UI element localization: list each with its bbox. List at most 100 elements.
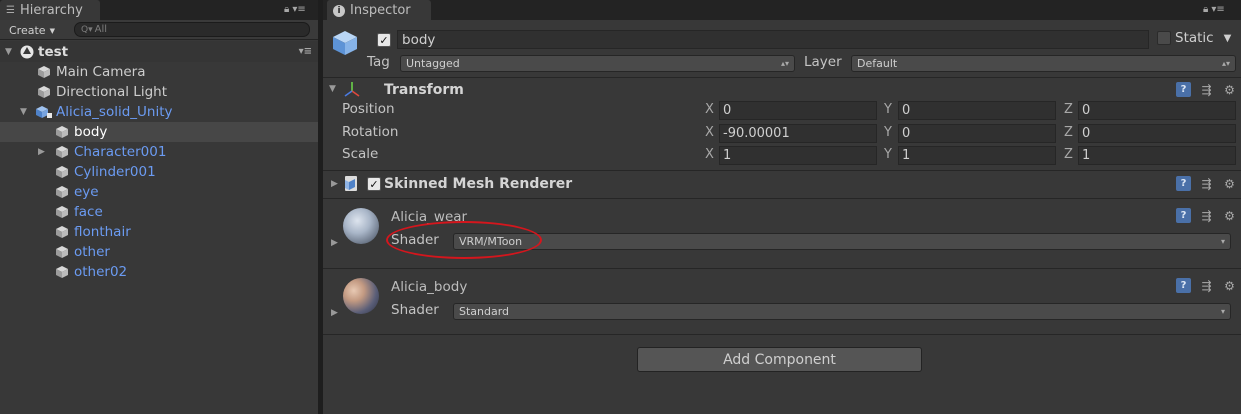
updown-caret-icon: ▴▾: [780, 59, 789, 68]
help-icon[interactable]: ?: [1176, 82, 1191, 97]
separator: [323, 268, 1241, 269]
transform-header[interactable]: ▼ Transform ? ⇶ ⚙: [323, 79, 1241, 101]
fold-arrow-icon[interactable]: ▶: [331, 308, 338, 318]
hierarchy-toolbar: Create ▼ Q▾ All: [0, 20, 318, 40]
skinned-mesh-renderer-header[interactable]: ▶ ✓ Skinned Mesh Renderer ? ⇶ ⚙: [323, 173, 1241, 195]
separator: [323, 198, 1241, 199]
fold-arrow-icon[interactable]: ▼: [329, 84, 336, 94]
lock-icon[interactable]: 🔒︎: [1203, 4, 1208, 15]
list-item[interactable]: flonthair: [0, 222, 318, 242]
list-item-label: Main Camera: [56, 64, 146, 80]
preset-icon[interactable]: ⇶: [1199, 82, 1214, 97]
tag-dropdown[interactable]: Untagged ▴▾: [400, 55, 795, 72]
inspector-panel: i Inspector 🔒︎ ▾≡ ✓ body Static ▼ Tag Un…: [323, 0, 1241, 414]
list-item[interactable]: other: [0, 242, 318, 262]
expand-arrow-icon[interactable]: ▶: [38, 147, 45, 157]
gear-icon[interactable]: ⚙: [1222, 82, 1237, 97]
list-item[interactable]: eye: [0, 182, 318, 202]
axis-y-label: Y: [884, 147, 892, 162]
component-icons: ? ⇶ ⚙: [1176, 278, 1237, 293]
list-item-label: eye: [74, 184, 99, 200]
scale-x-field[interactable]: 1: [719, 146, 877, 165]
position-z-field[interactable]: 0: [1078, 101, 1236, 120]
gear-icon[interactable]: ⚙: [1222, 176, 1237, 191]
inspector-tab-label: Inspector: [350, 3, 411, 18]
position-label: Position: [342, 101, 395, 117]
inspector-panel-menu[interactable]: 🔒︎ ▾≡: [1203, 4, 1225, 15]
field-value: 1: [723, 148, 732, 163]
hierarchy-panel-menu[interactable]: 🔒︎ ▾≡: [284, 4, 306, 15]
chevron-down-icon: ▼: [49, 26, 55, 35]
list-item[interactable]: body: [0, 122, 318, 142]
renderer-enabled-checkbox[interactable]: ✓: [367, 177, 381, 191]
rotation-y-field[interactable]: 0: [898, 124, 1056, 143]
list-item-label: other02: [74, 264, 128, 280]
axis-z-label: Z: [1064, 125, 1073, 140]
rotation-z-field[interactable]: 0: [1078, 124, 1236, 143]
menu-icon[interactable]: ▾≡: [292, 4, 305, 15]
fold-arrow-icon[interactable]: ▶: [331, 179, 338, 189]
add-component-button[interactable]: Add Component: [637, 347, 922, 372]
object-name-field[interactable]: body: [397, 30, 1149, 49]
preset-icon[interactable]: ⇶: [1199, 278, 1214, 293]
position-x-field[interactable]: 0: [719, 101, 877, 120]
static-checkbox[interactable]: [1157, 31, 1171, 45]
list-item[interactable]: Directional Light: [0, 82, 318, 102]
help-icon[interactable]: ?: [1176, 208, 1191, 223]
component-icons: ? ⇶ ⚙: [1176, 82, 1237, 97]
list-item-label: body: [74, 124, 108, 140]
search-input[interactable]: Q▾ All: [74, 22, 310, 37]
scene-menu-icon[interactable]: ▾≡: [299, 46, 312, 57]
list-item[interactable]: ▼ Alicia_solid_Unity: [0, 102, 318, 122]
chevron-down-icon: ▾: [1220, 237, 1225, 246]
help-icon[interactable]: ?: [1176, 278, 1191, 293]
menu-icon[interactable]: ▾≡: [1211, 4, 1224, 15]
rotation-x-field[interactable]: -90.00001: [719, 124, 877, 143]
expand-arrow-icon[interactable]: ▼: [20, 107, 27, 117]
shader-dropdown[interactable]: VRM/MToon ▾: [453, 233, 1231, 250]
list-item[interactable]: Main Camera: [0, 62, 318, 82]
scale-z-field[interactable]: 1: [1078, 146, 1236, 165]
hierarchy-tab[interactable]: ☰ Hierarchy: [0, 0, 100, 20]
list-item[interactable]: ▶ Character001: [0, 142, 318, 162]
transform-title: Transform: [384, 82, 464, 98]
scale-y-field[interactable]: 1: [898, 146, 1056, 165]
object-name-value: body: [402, 31, 436, 48]
list-item-label: face: [74, 204, 103, 220]
expand-arrow-icon[interactable]: ▼: [5, 47, 12, 57]
list-item-label: Character001: [74, 144, 167, 160]
inspector-tab[interactable]: i Inspector: [327, 0, 431, 20]
separator: [323, 170, 1241, 171]
axis-x-label: X: [705, 102, 714, 117]
gear-icon[interactable]: ⚙: [1222, 278, 1237, 293]
mesh-renderer-icon: [345, 176, 357, 191]
list-item[interactable]: Cylinder001: [0, 162, 318, 182]
create-button[interactable]: Create ▼: [4, 23, 60, 38]
material-preview-sphere[interactable]: [343, 208, 379, 244]
unity-scene-icon: [20, 45, 34, 58]
lock-icon[interactable]: 🔒︎: [284, 4, 289, 15]
add-component-label: Add Component: [723, 351, 836, 368]
static-toggle[interactable]: Static ▼: [1157, 30, 1231, 46]
field-value: 0: [902, 103, 911, 118]
chevron-down-icon[interactable]: ▼: [1224, 33, 1232, 44]
search-icon: Q▾: [81, 24, 93, 35]
shader-dropdown[interactable]: Standard ▾: [453, 303, 1231, 320]
preset-icon[interactable]: ⇶: [1199, 176, 1214, 191]
scene-row[interactable]: ▼ test ▾≡: [0, 41, 318, 62]
gameobject-cube-icon: [38, 86, 50, 98]
help-icon[interactable]: ?: [1176, 176, 1191, 191]
material-preview-sphere[interactable]: [343, 278, 379, 314]
active-checkbox[interactable]: ✓: [377, 33, 391, 47]
list-item[interactable]: other02: [0, 262, 318, 282]
shader-value: Standard: [459, 305, 510, 318]
preset-icon[interactable]: ⇶: [1199, 208, 1214, 223]
fold-arrow-icon[interactable]: ▶: [331, 238, 338, 248]
gameobject-cube-icon: [333, 31, 357, 55]
gear-icon[interactable]: ⚙: [1222, 208, 1237, 223]
list-item-label: Cylinder001: [74, 164, 156, 180]
position-y-field[interactable]: 0: [898, 101, 1056, 120]
list-item[interactable]: face: [0, 202, 318, 222]
gameobject-cube-icon: [56, 246, 68, 258]
layer-dropdown[interactable]: Default ▴▾: [851, 55, 1236, 72]
